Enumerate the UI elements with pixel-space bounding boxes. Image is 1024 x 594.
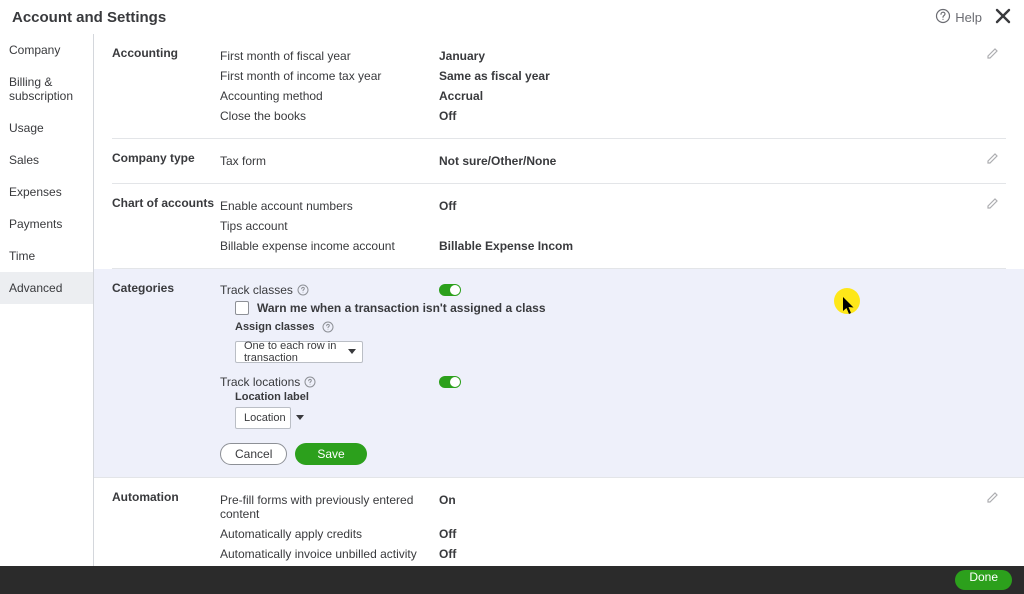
section-title-coa: Chart of accounts [112, 196, 220, 210]
row-fiscal-year: First month of fiscal yearJanuary [220, 46, 1006, 66]
row-income-tax-year: First month of income tax yearSame as fi… [220, 66, 1006, 86]
done-button[interactable]: Done [955, 570, 1012, 590]
help-label: Help [955, 10, 982, 25]
help-icon[interactable] [304, 376, 316, 388]
footer: Done [0, 566, 1024, 594]
row-track-locations: Track locations [220, 373, 1006, 391]
track-locations-label: Track locations [220, 375, 300, 389]
row-accounting-method: Accounting methodAccrual [220, 86, 1006, 106]
chevron-down-icon [296, 412, 304, 424]
sidebar-item-billing[interactable]: Billing & subscription [0, 66, 93, 112]
row-enable-account-numbers: Enable account numbersOff [220, 196, 1006, 216]
warn-label: Warn me when a transaction isn't assigne… [257, 301, 546, 315]
header-right: Help [935, 7, 1012, 28]
row-auto-invoice: Automatically invoice unbilled activityO… [220, 544, 1006, 564]
row-prefill: Pre-fill forms with previously entered c… [220, 490, 1006, 524]
sidebar-item-company[interactable]: Company [0, 34, 93, 66]
checkbox-warn[interactable] [235, 301, 249, 315]
pencil-icon[interactable] [986, 490, 1000, 504]
sidebar-item-sales[interactable]: Sales [0, 144, 93, 176]
section-categories: Categories Track classes Warn me when a … [94, 269, 1024, 478]
select-value: Location [244, 412, 286, 424]
row-tips-account: Tips account [220, 216, 1006, 236]
section-title-company-type: Company type [112, 151, 220, 165]
toggle-track-locations[interactable] [439, 376, 461, 388]
pencil-icon[interactable] [986, 46, 1000, 60]
header: Account and Settings Help [0, 0, 1024, 34]
row-track-classes: Track classes [220, 281, 1006, 299]
row-billable-expense: Billable expense income accountBillable … [220, 236, 1006, 256]
close-icon[interactable] [994, 7, 1012, 28]
section-title-automation: Automation [112, 490, 220, 504]
sidebar-item-usage[interactable]: Usage [0, 112, 93, 144]
row-auto-bill: Automatically apply bill paymentsOff [220, 564, 1006, 566]
pencil-icon[interactable] [986, 196, 1000, 210]
row-close-books: Close the booksOff [220, 106, 1006, 126]
pencil-icon[interactable] [986, 151, 1000, 165]
cancel-button[interactable]: Cancel [220, 443, 287, 465]
select-assign-classes[interactable]: One to each row in transaction [235, 341, 363, 363]
help-icon[interactable] [322, 321, 334, 333]
save-button[interactable]: Save [295, 443, 366, 465]
select-value: One to each row in transaction [244, 340, 338, 364]
help-icon [935, 8, 951, 27]
select-location-label[interactable]: Location [235, 407, 291, 429]
sidebar-item-expenses[interactable]: Expenses [0, 176, 93, 208]
page-title: Account and Settings [12, 9, 166, 26]
section-title-categories: Categories [112, 281, 220, 295]
section-automation: Automation Pre-fill forms with previousl… [112, 478, 1006, 566]
help-link[interactable]: Help [935, 8, 982, 27]
row-tax-form: Tax formNot sure/Other/None [220, 151, 1006, 171]
sidebar-item-time[interactable]: Time [0, 240, 93, 272]
content: Accounting First month of fiscal yearJan… [94, 34, 1024, 566]
toggle-track-classes[interactable] [439, 284, 461, 296]
row-auto-credits: Automatically apply creditsOff [220, 524, 1006, 544]
section-title-accounting: Accounting [112, 46, 220, 60]
location-label-label: Location label [220, 391, 1006, 407]
sidebar-item-payments[interactable]: Payments [0, 208, 93, 240]
track-classes-label: Track classes [220, 283, 293, 297]
sidebar-item-advanced[interactable]: Advanced [0, 272, 93, 304]
section-accounting: Accounting First month of fiscal yearJan… [112, 34, 1006, 139]
help-icon[interactable] [297, 284, 309, 296]
body: Company Billing & subscription Usage Sal… [0, 34, 1024, 566]
assign-classes-label: Assign classes [220, 321, 1006, 337]
row-warn-no-class: Warn me when a transaction isn't assigne… [220, 299, 1006, 321]
section-chart-of-accounts: Chart of accounts Enable account numbers… [112, 184, 1006, 269]
sidebar: Company Billing & subscription Usage Sal… [0, 34, 94, 566]
chevron-down-icon [348, 346, 356, 358]
button-row: Cancel Save [220, 443, 1006, 465]
section-company-type: Company type Tax formNot sure/Other/None [112, 139, 1006, 184]
